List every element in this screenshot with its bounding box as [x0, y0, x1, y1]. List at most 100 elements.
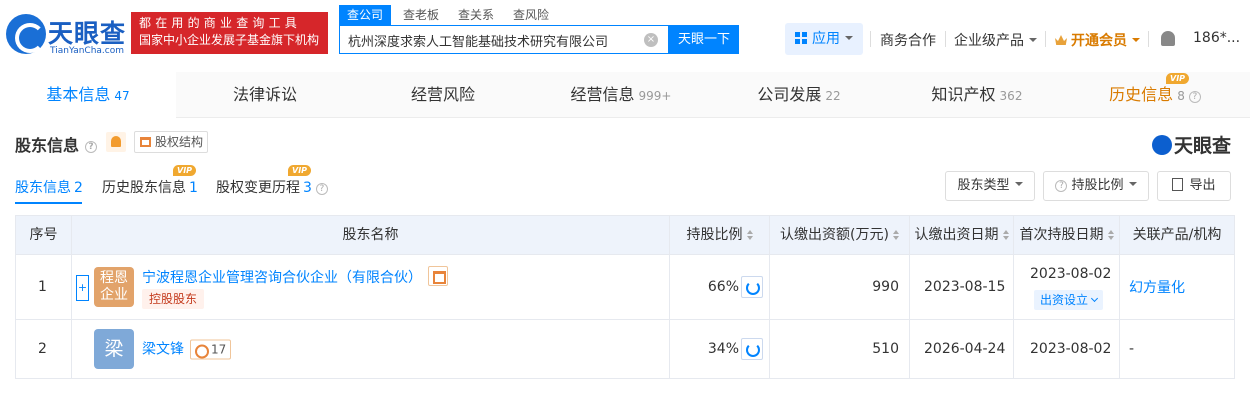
row-amount-cell: 990 [770, 255, 910, 319]
org-chart-icon[interactable] [428, 266, 448, 286]
main-tabs: 基本信息 47 法律诉讼 经营风险 经营信息 999+ 公司发展 22 知识产权 362… [0, 72, 1250, 118]
chevron-down-icon [1132, 38, 1140, 42]
ratio-filter[interactable]: ? 持股比例 [1043, 171, 1149, 201]
tab-operational-risk[interactable]: 经营风险 [354, 72, 532, 118]
tab-business-info[interactable]: 经营信息 999+ [532, 72, 710, 118]
pie-chart-icon[interactable] [741, 338, 763, 360]
help-icon[interactable]: ? [315, 183, 328, 195]
nav-business[interactable]: 商务合作 [880, 30, 936, 50]
relation-count-badge[interactable]: 17 [190, 339, 232, 360]
row-related-cell: 幻方量化 [1120, 255, 1234, 319]
table-row: 1 + 程恩 企业 宁波程恩企业管理咨询合伙企业（有限合伙） 控股股东 66% … [16, 255, 1234, 320]
tab-basic-info[interactable]: 基本信息 47 [0, 72, 176, 118]
tianyancha-logo[interactable]: 天眼查 TianYanCha.com [6, 12, 127, 58]
nav-user[interactable]: 186*... [1193, 30, 1240, 46]
related-link[interactable]: 幻方量化 [1129, 277, 1185, 297]
search-input[interactable] [348, 30, 638, 50]
help-icon[interactable]: ? [85, 141, 98, 153]
sort-icon [746, 230, 753, 240]
table-header-row: 序号 股东名称 持股比例 认缴出资额(万元) 认缴出资日期 首次持股日期 关联产… [16, 216, 1234, 255]
col-first-date[interactable]: 首次持股日期 [1014, 216, 1120, 254]
tab-label: 历史信息 [1109, 85, 1174, 104]
clear-icon[interactable]: × [644, 33, 658, 47]
divider [1045, 31, 1046, 47]
brand-logo-icon [1152, 135, 1172, 155]
top-header: 天眼查 TianYanCha.com 都在用的商业查询工具 国家中小企业发展子基… [0, 0, 1250, 72]
vip-badge: VIP [1166, 73, 1190, 84]
ratio-value: 34% [707, 341, 739, 357]
chevron-down-icon [845, 36, 853, 40]
tab-label: 公司发展 [757, 85, 822, 104]
row-index: 2 [38, 341, 47, 357]
tab-history[interactable]: 历史信息 8? [1066, 72, 1244, 118]
sub-date-value: 2023-08-15 [924, 279, 1006, 295]
table-row: 2 梁 梁文锋 17 34% 510 2026-04-24 2023-08-02 … [16, 320, 1234, 378]
subtab-count: 1 [189, 180, 198, 196]
help-icon[interactable]: ? [1188, 91, 1201, 103]
tab-ip[interactable]: 知识产权 362 [888, 72, 1066, 118]
row-index-cell: 2 [16, 320, 72, 378]
search-tab-boss[interactable]: 查老板 [403, 5, 439, 25]
apps-grid-icon [795, 32, 807, 44]
related-value: - [1129, 341, 1135, 357]
subtab-count: 2 [74, 180, 83, 196]
row-ratio-cell: 34% [670, 320, 770, 378]
equity-structure-label: 股权结构 [155, 135, 204, 149]
tab-label: 知识产权 [931, 85, 996, 104]
search-tab-relation[interactable]: 查关系 [458, 5, 494, 25]
sub-date-value: 2026-04-24 [924, 341, 1006, 357]
sort-icon [892, 230, 899, 240]
nav-enterprise[interactable]: 企业级产品 [954, 30, 1037, 50]
tab-label: 基本信息 [46, 85, 111, 104]
export-button[interactable]: 导出 [1157, 171, 1231, 201]
chevron-down-icon [1128, 182, 1137, 186]
subtab-history-shareholders[interactable]: 历史股东信息 1 [102, 177, 198, 197]
col-sub-date[interactable]: 认缴出资日期 [910, 216, 1014, 254]
tab-label: 经营信息 [570, 85, 635, 104]
row-ratio-cell: 66% [670, 255, 770, 319]
logo-url: TianYanCha.com [50, 46, 125, 56]
subtab-shareholders[interactable]: 股东信息 2 [15, 177, 83, 197]
col-amount[interactable]: 认缴出资额(万元) [770, 216, 910, 254]
shareholder-name-link[interactable]: 梁文锋 [142, 342, 184, 358]
active-subtab-indicator [15, 202, 82, 204]
pie-chart-icon[interactable] [741, 276, 763, 298]
export-icon [1172, 178, 1184, 191]
bell-icon[interactable] [1161, 31, 1175, 46]
subtab-equity-changes[interactable]: 股权变更历程 3? [216, 177, 328, 197]
tab-label: 法律诉讼 [232, 85, 297, 104]
row-index-cell: 1 [16, 255, 72, 319]
col-ratio-label: 持股比例 [686, 227, 743, 243]
col-ratio[interactable]: 持股比例 [670, 216, 770, 254]
nav-vip[interactable]: 开通会员 [1055, 30, 1140, 50]
search-tab-company[interactable]: 查公司 [339, 5, 392, 25]
equity-structure-button[interactable]: 股权结构 [134, 131, 208, 153]
amount-value: 510 [872, 341, 899, 357]
brand-watermark: 天眼查 [1152, 131, 1231, 158]
search-box: × [339, 25, 669, 54]
amount-value: 990 [872, 279, 899, 295]
chevron-down-icon [1014, 182, 1023, 186]
monitor-bell-button[interactable] [106, 132, 126, 152]
divider [945, 31, 946, 47]
brand-name: 天眼查 [1174, 135, 1232, 157]
apps-menu-button[interactable]: 应用 [785, 23, 863, 55]
search-tab-risk[interactable]: 查风险 [513, 5, 549, 25]
tab-count: 8 [1177, 89, 1185, 103]
invest-tag[interactable]: 出资设立 [1034, 290, 1104, 310]
logo-name: 天眼查 [48, 19, 127, 48]
shareholder-table: 序号 股东名称 持股比例 认缴出资额(万元) 认缴出资日期 首次持股日期 关联产… [15, 215, 1235, 379]
help-icon: ? [1055, 180, 1068, 192]
subtab-label: 历史股东信息 [102, 180, 186, 196]
shareholder-name-link[interactable]: 宁波程恩企业管理咨询合伙企业（有限合伙） [142, 270, 422, 286]
tab-litigation[interactable]: 法律诉讼 [176, 72, 354, 118]
ratio-value: 66% [707, 279, 739, 295]
expand-button[interactable]: + [76, 275, 89, 301]
search-button[interactable]: 天眼一下 [669, 25, 739, 54]
slogan-line1: 都在用的商业查询工具 [139, 16, 302, 30]
slogan-banner: 都在用的商业查询工具 国家中小企业发展子基金旗下机构 [131, 12, 328, 54]
row-first-date-cell: 2023-08-02 出资设立 [1014, 255, 1120, 319]
holder-type-filter[interactable]: 股东类型 [945, 171, 1035, 201]
tab-development[interactable]: 公司发展 22 [710, 72, 888, 118]
row-name-cell: 梁 梁文锋 17 [72, 320, 670, 378]
